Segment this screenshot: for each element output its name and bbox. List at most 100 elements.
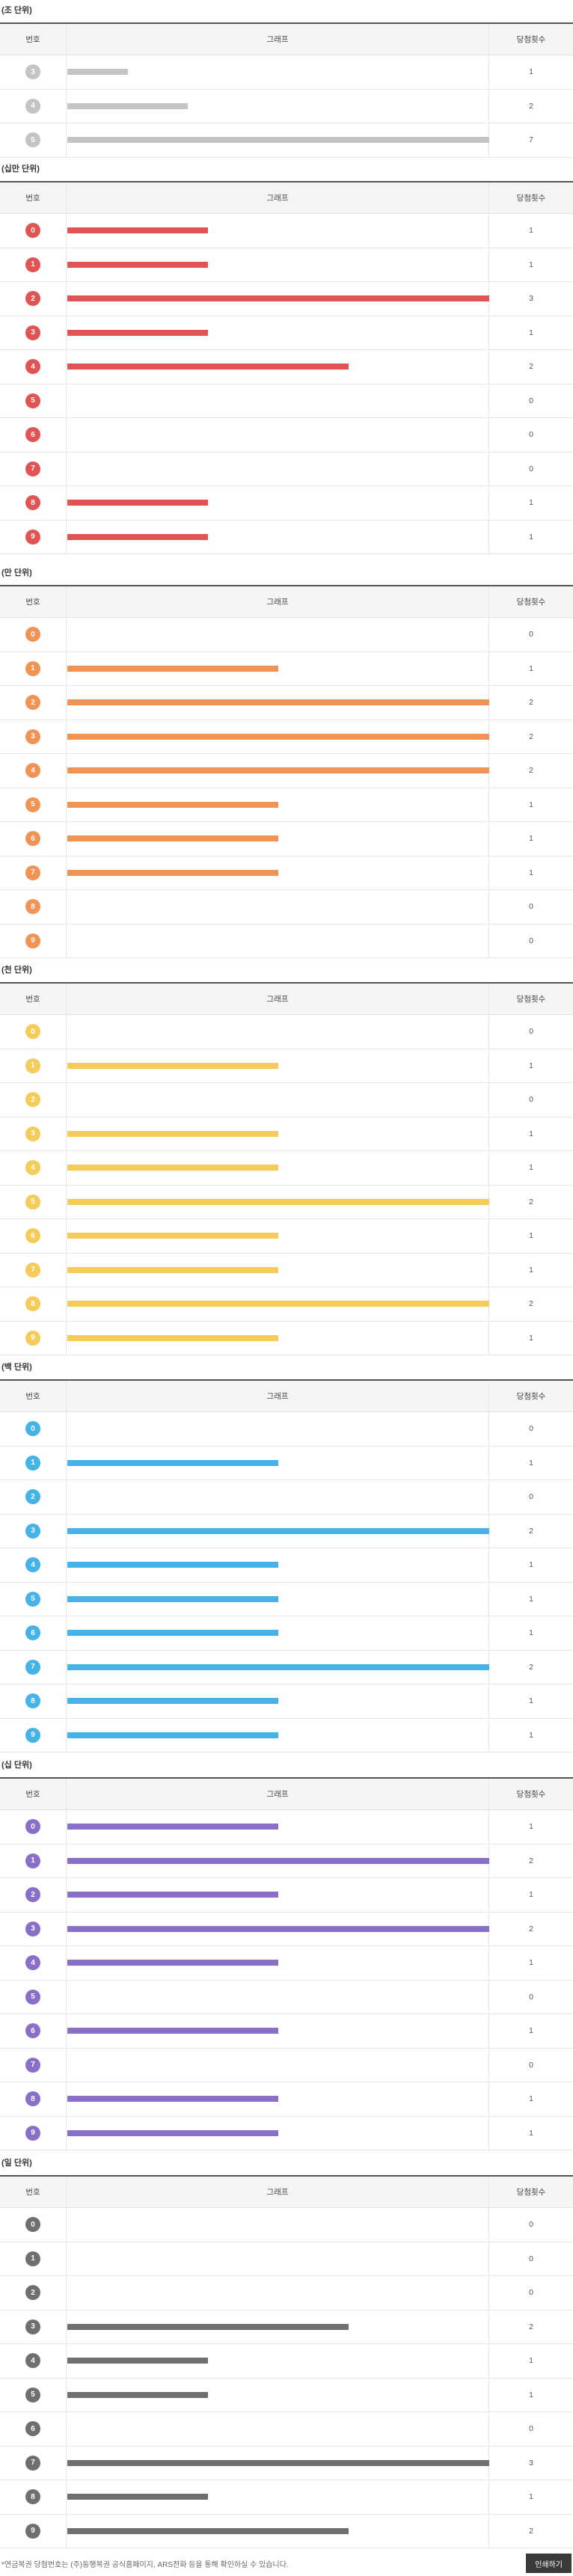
graph-cell bbox=[66, 1844, 489, 1877]
table-row: 32 bbox=[0, 720, 573, 754]
bar-track bbox=[67, 418, 489, 452]
number-ball: 6 bbox=[25, 1625, 40, 1641]
header-count: 당첨횟수 bbox=[516, 598, 546, 607]
header-graph: 그래프 bbox=[66, 984, 489, 1014]
count-cell: 2 bbox=[529, 1662, 533, 1672]
table-row: 61 bbox=[0, 822, 573, 856]
table-row: 20 bbox=[0, 1083, 573, 1117]
number-ball: 2 bbox=[25, 291, 40, 307]
graph-cell bbox=[66, 1912, 489, 1945]
number-cell: 2 bbox=[0, 282, 66, 316]
table-header: 번호 그래프 당첨횟수 bbox=[0, 24, 573, 55]
number-cell: 0 bbox=[0, 214, 66, 248]
bar bbox=[67, 801, 278, 808]
bar-track bbox=[67, 2515, 489, 2548]
count-cell: 1 bbox=[529, 1333, 533, 1343]
count-cell: 0 bbox=[529, 2060, 533, 2070]
table-row: 70 bbox=[0, 2048, 573, 2082]
footer-note: *연금복권 당첨번호는 (주)동행복권 공식홈페이지, ARS전화 등을 통해 … bbox=[1, 2561, 289, 2569]
count-cell: 1 bbox=[529, 800, 533, 809]
number-cell: 6 bbox=[0, 1219, 66, 1253]
count-cell: 2 bbox=[529, 732, 533, 741]
graph-cell bbox=[66, 89, 489, 123]
section-title: (조 단위) bbox=[1, 6, 32, 15]
number-ball: 9 bbox=[25, 2523, 40, 2539]
number-cell: 9 bbox=[0, 2117, 66, 2150]
table-row: 57 bbox=[0, 123, 573, 158]
count-cell: 0 bbox=[529, 2220, 533, 2230]
number-cell: 0 bbox=[0, 1015, 66, 1049]
graph-cell bbox=[66, 2446, 489, 2480]
table-row: 21 bbox=[0, 1878, 573, 1913]
bar-track bbox=[67, 282, 489, 316]
count-cell: 0 bbox=[529, 2288, 533, 2298]
number-cell: 8 bbox=[0, 1684, 66, 1718]
number-ball: 3 bbox=[25, 1523, 40, 1539]
number-cell: 5 bbox=[0, 2379, 66, 2412]
graph-cell bbox=[66, 1219, 489, 1253]
count-cell: 1 bbox=[529, 868, 533, 877]
count-cell: 0 bbox=[529, 1492, 533, 1502]
table-row: 00 bbox=[0, 2208, 573, 2242]
bar-track bbox=[67, 2447, 489, 2480]
bar bbox=[67, 1562, 278, 1568]
bar bbox=[67, 1334, 278, 1341]
print-button[interactable]: 인쇄하기 bbox=[526, 2554, 572, 2573]
number-cell: 4 bbox=[0, 2344, 66, 2378]
number-cell: 9 bbox=[0, 1322, 66, 1355]
section-title: (천 단위) bbox=[1, 966, 32, 975]
bar bbox=[67, 2323, 349, 2330]
table-row: 31 bbox=[0, 55, 573, 90]
bar-track bbox=[67, 1254, 489, 1287]
graph-cell bbox=[66, 452, 489, 485]
header-graph: 그래프 bbox=[66, 2177, 489, 2207]
bar-track bbox=[67, 1719, 489, 1752]
graph-cell bbox=[66, 248, 489, 281]
number-ball: 3 bbox=[25, 325, 40, 340]
number-cell: 6 bbox=[0, 822, 66, 856]
section-title: (만 단위) bbox=[1, 568, 32, 577]
bar-track bbox=[67, 316, 489, 350]
graph-cell bbox=[66, 1446, 489, 1479]
stats-table: 번호 그래프 당첨횟수 0 0 1 1 2 0 3 1 4 1 5 2 6 1 7 1 8 2 9 1 bbox=[0, 982, 573, 1355]
number-ball: 4 bbox=[25, 359, 40, 375]
bar bbox=[67, 2028, 278, 2034]
number-cell: 5 bbox=[0, 1981, 66, 2014]
number-cell: 9 bbox=[0, 521, 66, 554]
number-cell: 3 bbox=[0, 720, 66, 754]
graph-cell bbox=[66, 890, 489, 924]
number-ball: 5 bbox=[25, 1591, 40, 1607]
count-cell: 1 bbox=[529, 1061, 533, 1070]
bar bbox=[67, 137, 489, 144]
count-cell: 1 bbox=[529, 1231, 533, 1241]
count-cell: 1 bbox=[529, 1628, 533, 1638]
number-ball: 9 bbox=[25, 529, 40, 545]
section-title: (십 단위) bbox=[1, 1761, 32, 1770]
bar-track bbox=[67, 2014, 489, 2048]
table-row: 31 bbox=[0, 316, 573, 350]
table-row: 92 bbox=[0, 2514, 573, 2548]
stats-section: (조 단위) 번호 그래프 당첨횟수 3 1 4 2 5 7 bbox=[0, 3, 573, 158]
number-ball: 8 bbox=[25, 899, 40, 915]
bar bbox=[67, 500, 208, 506]
number-ball: 5 bbox=[25, 797, 40, 812]
table-row: 41 bbox=[0, 1548, 573, 1583]
count-cell: 2 bbox=[529, 2526, 533, 2536]
number-ball: 0 bbox=[25, 1819, 40, 1835]
number-cell: 4 bbox=[0, 350, 66, 384]
table-header: 번호 그래프 당첨횟수 bbox=[0, 1381, 573, 1412]
bar-track bbox=[67, 1219, 489, 1253]
bar-track bbox=[67, 720, 489, 754]
table-row: 00 bbox=[0, 1015, 573, 1049]
bar-track bbox=[67, 2082, 489, 2116]
graph-cell bbox=[66, 350, 489, 384]
count-cell: 2 bbox=[529, 1299, 533, 1309]
table-row: 23 bbox=[0, 282, 573, 316]
table-row: 61 bbox=[0, 2014, 573, 2049]
number-ball: 5 bbox=[25, 2387, 40, 2402]
table-row: 52 bbox=[0, 1185, 573, 1219]
graph-cell bbox=[66, 754, 489, 788]
bar bbox=[67, 1527, 489, 1534]
count-cell: 2 bbox=[529, 1924, 533, 1933]
number-cell: 8 bbox=[0, 1287, 66, 1321]
